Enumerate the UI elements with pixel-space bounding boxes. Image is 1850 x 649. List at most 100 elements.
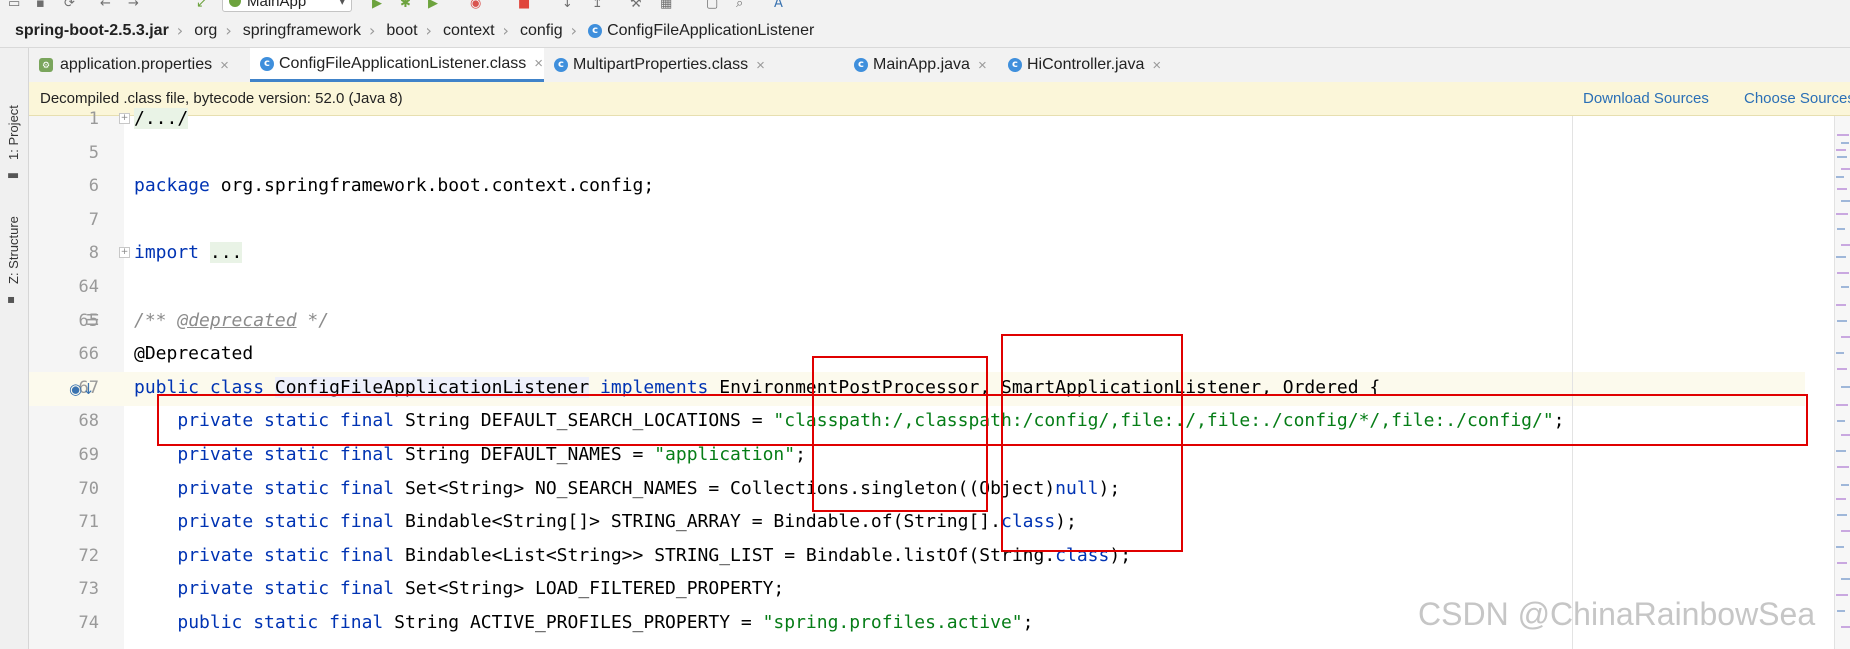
code-text: private static final Set<String> LOAD_FI… <box>177 578 785 600</box>
breadcrumb: spring-boot-2.5.3.jar › org › springfram… <box>0 14 1850 48</box>
fold-expand-icon[interactable]: + <box>119 113 130 124</box>
line-number: 5 <box>88 142 99 163</box>
run-icon[interactable]: ▶ <box>372 0 382 11</box>
render-doc-icon[interactable]: ☰ <box>86 311 99 329</box>
coverage-icon[interactable]: ▶ <box>428 0 438 11</box>
class-icon: c <box>260 56 274 71</box>
breadcrumb-item-springframework[interactable]: springframework <box>235 22 361 40</box>
stop-icon[interactable]: ■ <box>518 0 530 11</box>
tab-hicontroller[interactable]: c HiController.java × <box>998 48 1174 82</box>
chevron-right-icon: › <box>176 21 184 40</box>
project-tool-window-button[interactable]: 1: Project <box>6 105 21 160</box>
project-structure-icon[interactable]: ⚒ <box>630 0 642 11</box>
folder-icon: ▬ <box>7 168 20 183</box>
build-icon[interactable]: ↙ <box>196 0 207 11</box>
scrollbar-marker <box>1836 352 1844 354</box>
sdk-icon[interactable]: ▦ <box>660 0 672 11</box>
sync-icon[interactable]: ⟳ <box>64 0 75 11</box>
class-icon: c <box>1008 58 1022 72</box>
breadcrumb-item-context[interactable]: context <box>435 22 495 40</box>
translate-icon[interactable]: A <box>774 0 783 11</box>
scrollbar-marker <box>1841 168 1850 170</box>
save-icon[interactable]: ▪ <box>36 0 45 11</box>
properties-file-icon: ⚙ <box>39 58 53 72</box>
code-text: private static final Bindable<String[]> … <box>177 511 1077 533</box>
breadcrumb-item-jar[interactable]: spring-boot-2.5.3.jar <box>0 22 169 40</box>
scrollbar-marker <box>1837 562 1847 564</box>
scrollbar-marker <box>1841 386 1850 388</box>
code-line[interactable]: 6 package org.springframework.boot.contex… <box>29 170 1805 204</box>
breadcrumb-item-class[interactable]: c ConfigFileApplicationListener <box>580 22 814 40</box>
close-icon[interactable]: × <box>756 57 765 74</box>
close-icon[interactable]: × <box>1152 57 1161 74</box>
scrollbar-marker <box>1841 286 1849 288</box>
tab-application-properties[interactable]: ⚙ application.properties × <box>29 48 250 82</box>
scrollbar-marker <box>1841 434 1850 436</box>
code-line[interactable]: 5 <box>29 137 1805 171</box>
git-update-icon[interactable]: ↧ <box>562 0 573 11</box>
code-line[interactable]: 65 ☰/** @deprecated */ <box>29 305 1805 339</box>
scrollbar-marker <box>1837 420 1845 422</box>
run-configuration-label: MainApp <box>247 0 307 10</box>
scrollbar-marker <box>1841 200 1850 202</box>
line-number: 6 <box>88 176 99 197</box>
line-number: 8 <box>88 243 99 264</box>
scrollbar-marker <box>1841 484 1849 486</box>
profile-icon[interactable]: ◉ <box>470 0 481 11</box>
scrollbar-marker <box>1836 149 1846 151</box>
back-icon[interactable]: ← <box>100 0 111 11</box>
chevron-right-icon: › <box>369 21 376 40</box>
tool-window-stripe: 1: Project ▬ Z: Structure ▪ <box>0 48 29 649</box>
code-text: private static final Bindable<List<Strin… <box>177 544 1132 566</box>
chevron-right-icon: › <box>425 21 432 40</box>
chevron-down-icon: ▾ <box>339 0 345 8</box>
line-number: 66 <box>78 344 99 365</box>
code-text: private static final String DEFAULT_NAME… <box>177 444 806 465</box>
line-number: 64 <box>78 277 99 297</box>
breadcrumb-item-config[interactable]: config <box>512 22 563 40</box>
code-line[interactable]: 1 + /.../ <box>29 103 1805 137</box>
debug-icon[interactable]: ✱ <box>400 0 411 11</box>
code-text: package org.springframework.boot.context… <box>134 175 655 197</box>
main-toolbar: ▭ ▪ ⟳ ← → ↙ MainApp ▾ ▶ ✱ ▶ ◉ ■ ↧ ↥ ⚒ ▦ … <box>0 0 1850 14</box>
run-configuration-select[interactable]: MainApp ▾ <box>222 0 352 12</box>
scrollbar-marker <box>1836 450 1846 452</box>
chevron-right-icon: › <box>225 21 232 40</box>
breadcrumb-item-org[interactable]: org <box>186 22 217 40</box>
close-icon[interactable]: × <box>534 55 543 72</box>
scrollbar-marker <box>1836 176 1844 178</box>
implements-gutter-icon[interactable]: ◉↓ <box>69 380 95 398</box>
scrollbar-marker <box>1836 594 1848 596</box>
tab-multipartproperties[interactable]: c MultipartProperties.class × <box>544 48 844 82</box>
scrollbar-marker <box>1841 244 1850 246</box>
class-icon: c <box>854 58 868 72</box>
scrollbar-marker <box>1837 514 1847 516</box>
highlight-box-default-search-locations <box>157 394 1808 446</box>
tab-configfileapplicationlistener[interactable]: c ConfigFileApplicationListener.class × <box>250 48 544 82</box>
folder-icon[interactable]: ▭ <box>8 0 20 11</box>
fold-expand-icon[interactable]: + <box>119 247 130 259</box>
editor-scrollbar[interactable] <box>1834 116 1850 649</box>
breadcrumb-item-boot[interactable]: boot <box>378 22 417 40</box>
code-line[interactable]: 8 + import ... <box>29 237 1805 271</box>
structure-tool-window-button[interactable]: Z: Structure <box>6 216 21 284</box>
line-number: 70 <box>78 478 99 499</box>
forward-icon[interactable]: → <box>128 0 139 11</box>
scrollbar-marker <box>1837 610 1845 612</box>
scrollbar-marker <box>1836 546 1844 548</box>
line-number: 68 <box>78 411 99 432</box>
search-icon[interactable]: ⌕ <box>736 0 743 11</box>
code-line[interactable]: 64 <box>29 271 1805 305</box>
terminal-icon[interactable]: ▢ <box>706 0 718 11</box>
close-icon[interactable]: × <box>220 57 229 74</box>
code-line[interactable]: 7 <box>29 204 1805 238</box>
code-line[interactable]: 72 private static final Bindable<List<St… <box>29 540 1805 574</box>
git-commit-icon[interactable]: ↥ <box>592 0 603 11</box>
tab-mainapp[interactable]: c MainApp.java × <box>844 48 998 82</box>
code-text: import ... <box>134 242 243 264</box>
chevron-right-icon: › <box>570 21 578 40</box>
scrollbar-marker <box>1841 578 1850 580</box>
watermark: CSDN @ChinaRainbowSea <box>1418 596 1816 632</box>
close-icon[interactable]: × <box>978 57 987 74</box>
code-editor[interactable]: 1 + /.../ 5 6 package org.springframework.boo… <box>29 108 1850 649</box>
